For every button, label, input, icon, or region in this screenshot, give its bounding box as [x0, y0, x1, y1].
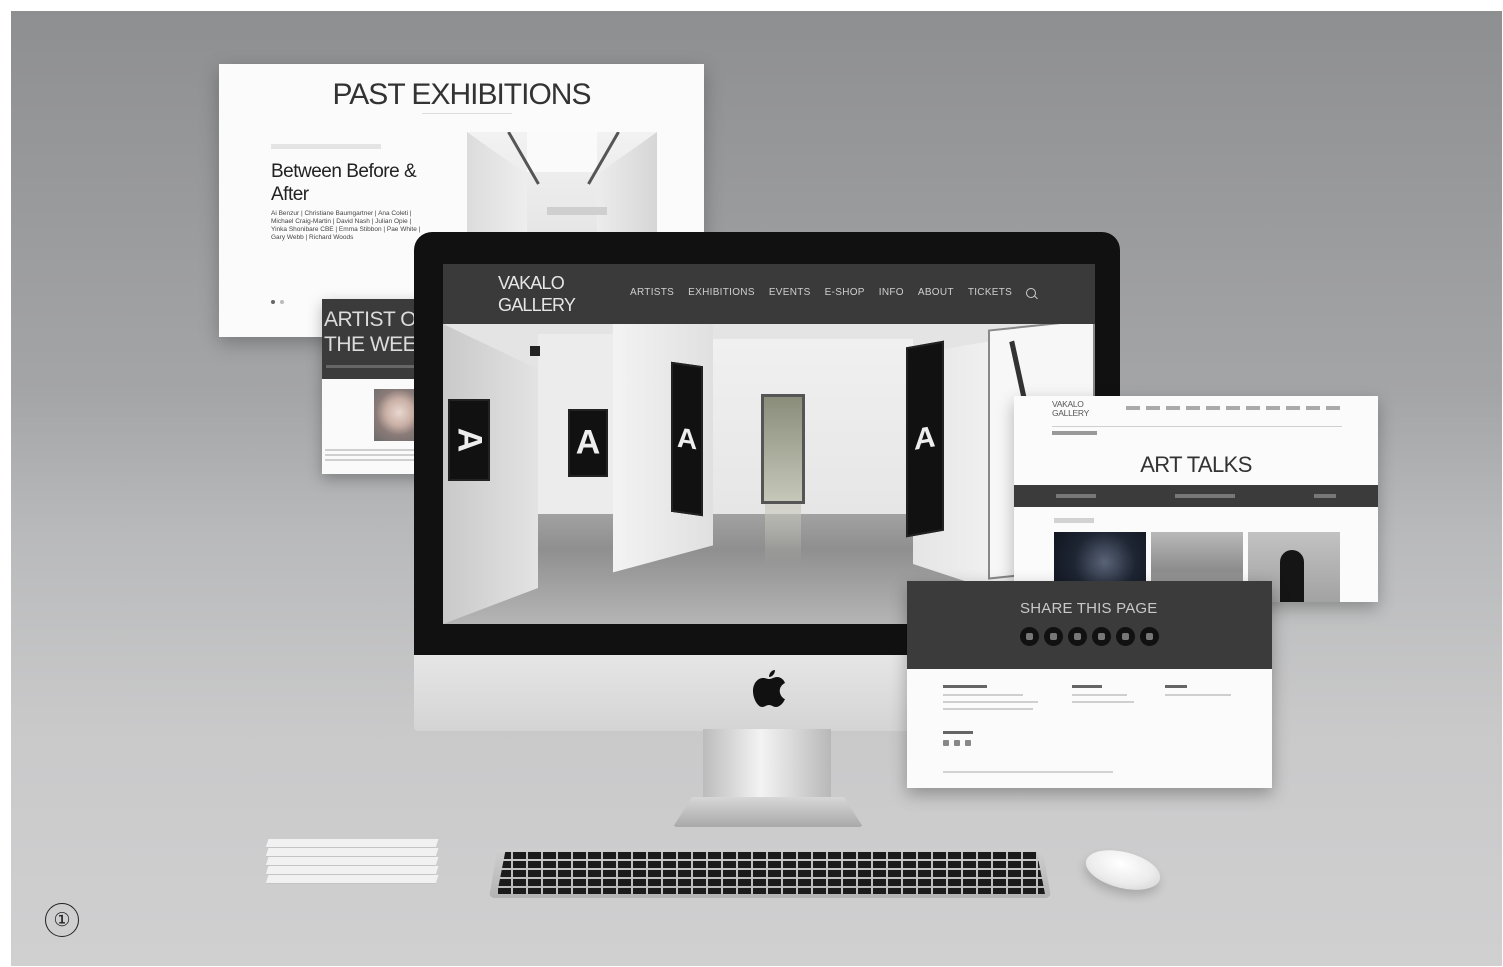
filter-tab[interactable] [1175, 494, 1235, 498]
social-icon[interactable] [943, 740, 949, 746]
site-navbar: VAKALO GALLERY ARTISTS EXHIBITIONS EVENT… [443, 264, 1095, 324]
artist-of-week-header: ARTIST OF THE WEEK [322, 299, 429, 379]
slider-dot[interactable] [280, 300, 284, 304]
art-talks-card: VAKALO GALLERY ART TALKS [1014, 396, 1378, 602]
nav-tickets[interactable]: TICKETS [968, 287, 1012, 298]
footer-column-info [1072, 685, 1134, 708]
divider [1052, 426, 1342, 427]
nav-events[interactable]: EVENTS [769, 287, 811, 298]
slider-dots[interactable] [271, 300, 284, 304]
site-menu: ARTISTS EXHIBITIONS EVENTS E-SHOP INFO A… [630, 287, 1037, 298]
exhibition-date-placeholder [271, 144, 381, 149]
copyright-line [943, 771, 1113, 773]
section-label [1054, 518, 1094, 523]
share-page-card: SHARE THIS PAGE [907, 581, 1272, 788]
hero-gallery-image: A A A A [443, 324, 1095, 624]
nav-info[interactable]: INFO [879, 287, 904, 298]
step-number-marker: ① [45, 903, 79, 937]
search-icon[interactable] [1026, 287, 1037, 298]
artist-footer-lines [325, 449, 425, 463]
social-icon[interactable] [954, 740, 960, 746]
share-header: SHARE THIS PAGE [907, 581, 1272, 669]
gallery-logo[interactable]: VAKALO GALLERY [498, 272, 588, 316]
breadcrumb[interactable] [1052, 431, 1097, 435]
social-icon[interactable] [965, 740, 971, 746]
footer-column-links [1165, 685, 1231, 701]
footer-column-contact [943, 685, 1038, 715]
artist-of-week-subline [326, 365, 421, 368]
tumblr-icon[interactable] [1092, 627, 1111, 646]
exhibition-artists: Ai Benzur | Christiane Baumgartner | Ana… [271, 210, 421, 241]
slider-dot-active[interactable] [271, 300, 275, 304]
share-heading: SHARE THIS PAGE [1020, 600, 1158, 617]
keyboard-keys [497, 852, 1045, 894]
email-icon[interactable] [1116, 627, 1135, 646]
apple-logo-icon [753, 670, 785, 707]
follow-label [943, 731, 973, 734]
artist-of-week-card: ARTIST OF THE WEEK [322, 299, 429, 474]
heading-rule [422, 113, 512, 114]
imac-screen: VAKALO GALLERY ARTISTS EXHIBITIONS EVENT… [443, 264, 1095, 624]
imac-stand-neck [703, 729, 831, 801]
filter-tab[interactable] [1056, 494, 1096, 498]
nav-exhibitions[interactable]: EXHIBITIONS [688, 287, 755, 298]
art-talks-heading: ART TALKS [1140, 452, 1252, 477]
nav-artists[interactable]: ARTISTS [630, 287, 674, 298]
imac-stand-foot [673, 797, 863, 827]
art-talks-menu[interactable] [1126, 406, 1341, 410]
mockup-scene: PAST EXHIBITIONS Between Before & After … [11, 11, 1502, 966]
exhibition-title[interactable]: Between Before & After [271, 160, 441, 206]
past-exhibitions-heading: PAST EXHIBITIONS [332, 78, 592, 111]
mouse [1081, 843, 1165, 897]
share-icons [1020, 627, 1159, 646]
twitter-icon[interactable] [1020, 627, 1039, 646]
art-talks-filter-bar[interactable] [1014, 485, 1378, 507]
more-icon[interactable] [1140, 627, 1159, 646]
art-talks-logo[interactable]: VAKALO GALLERY [1052, 400, 1102, 418]
nav-about[interactable]: ABOUT [918, 287, 954, 298]
pinterest-icon[interactable] [1068, 627, 1087, 646]
filter-tab[interactable] [1314, 494, 1336, 498]
business-card-stack [265, 829, 439, 889]
facebook-icon[interactable] [1044, 627, 1063, 646]
nav-e-shop[interactable]: E-SHOP [825, 287, 865, 298]
footer-social-icons [943, 740, 971, 746]
